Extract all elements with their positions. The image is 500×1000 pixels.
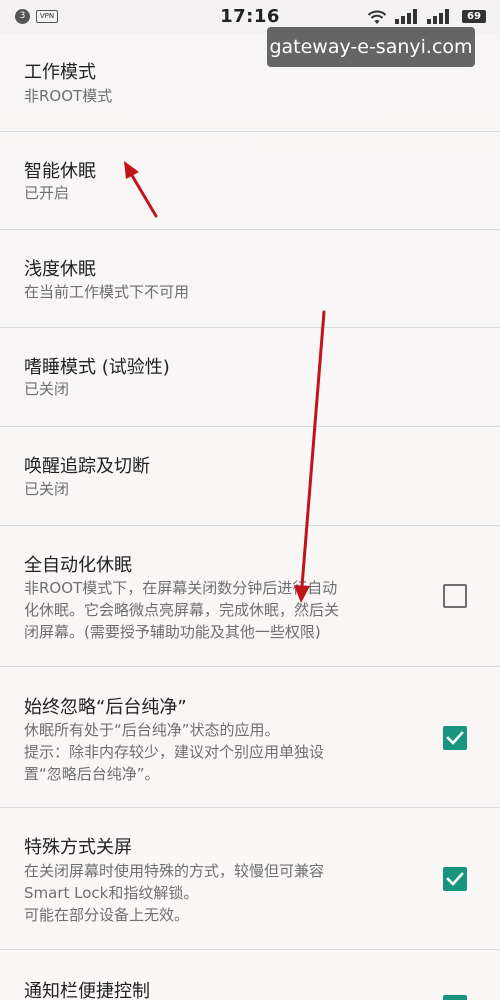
summary-line: 已关闭 [24,480,70,498]
setting-title: 工作模式 [24,62,96,83]
setting-light-hibernation[interactable]: 浅度休眠 在当前工作模式下不可用 [0,230,500,328]
setting-doze-mode[interactable]: 嗜睡模式 (试验性) 已关闭 [0,328,500,427]
setting-title: 浅度休眠 [24,259,96,280]
setting-title: 嗜睡模式 (试验性) [24,357,170,378]
setting-auto-hibernation[interactable]: 全自动化休眠 非ROOT模式下，在屏幕关闭数分钟后进行自动 化休眠。它会略微点亮… [0,526,500,667]
setting-summary: 已关闭 [24,378,414,400]
auto-hibernation-checkbox[interactable] [443,584,467,608]
summary-line: 非ROOT模式 [24,87,113,105]
screen: 3 VPN 17:16 69 工作模式 非ROOT模式 智能休眠 已开启 浅度休… [0,0,500,1000]
setting-summary: 非ROOT模式 [24,85,414,107]
summary-line: Smart Lock和指纹解锁。 [24,884,199,902]
summary-line: 在当前工作模式下不可用 [24,283,190,301]
setting-title: 智能休眠 [24,161,96,182]
setting-summary: 休眠所有处于“后台纯净”状态的应用。 提示：除非内存较少，建议对个别应用单独设 … [24,719,414,785]
watermark-label: gateway-e-sanyi.com [267,27,475,67]
setting-wakeup-tracking[interactable]: 唤醒追踪及切断 已关闭 [0,427,500,526]
setting-summary: 已关闭 [24,478,414,500]
checkmark-icon [446,872,464,886]
setting-summary: 在关闭屏幕时使用特殊的方式，较慢但可兼容 Smart Lock和指纹解锁。 可能… [24,860,414,926]
setting-summary: 在当前工作模式下不可用 [24,281,414,303]
signal-icon-1 [395,9,417,24]
setting-title: 通知栏便捷控制 [24,981,150,1000]
summary-line: 提示：除非内存较少，建议对个别应用单独设 [24,743,325,761]
summary-line: 在关闭屏幕时使用特殊的方式，较慢但可兼容 [24,862,325,880]
notification-control-checkbox[interactable] [443,995,467,1000]
setting-title: 唤醒追踪及切断 [24,456,150,477]
setting-title: 始终忽略“后台纯净” [24,697,187,718]
setting-summary: 已开启 [24,182,414,204]
setting-special-screen-off[interactable]: 特殊方式关屏 在关闭屏幕时使用特殊的方式，较慢但可兼容 Smart Lock和指… [0,808,500,950]
setting-ignore-background-pure[interactable]: 始终忽略“后台纯净” 休眠所有处于“后台纯净”状态的应用。 提示：除非内存较少，… [0,667,500,808]
setting-title: 全自动化休眠 [24,555,132,576]
special-screen-off-checkbox[interactable] [443,867,467,891]
status-time: 17:16 [220,6,280,27]
checkmark-icon [446,731,464,745]
setting-smart-hibernation[interactable]: 智能休眠 已开启 [0,132,500,230]
summary-line: 闭屏幕。(需要授予辅助功能及其他一些权限) [24,623,321,641]
setting-notification-control[interactable]: 通知栏便捷控制 [0,950,500,1000]
summary-line: 化休眠。它会略微点亮屏幕，完成休眠，然后关 [24,601,340,619]
battery-icon: 69 [462,10,486,23]
summary-line: 已关闭 [24,380,70,398]
setting-summary: 非ROOT模式下，在屏幕关闭数分钟后进行自动 化休眠。它会略微点亮屏幕，完成休眠… [24,577,414,643]
summary-line: 非ROOT模式下，在屏幕关闭数分钟后进行自动 [24,579,338,597]
setting-title: 特殊方式关屏 [24,837,132,858]
summary-line: 休眠所有处于“后台纯净”状态的应用。 [24,721,280,739]
summary-line: 已开启 [24,184,70,202]
signal-icon-2 [427,9,449,24]
ignore-background-pure-checkbox[interactable] [443,726,467,750]
summary-line: 可能在部分设备上无效。 [24,906,190,924]
wifi-icon [367,10,387,24]
summary-line: 置“忽略后台纯净”。 [24,765,160,783]
